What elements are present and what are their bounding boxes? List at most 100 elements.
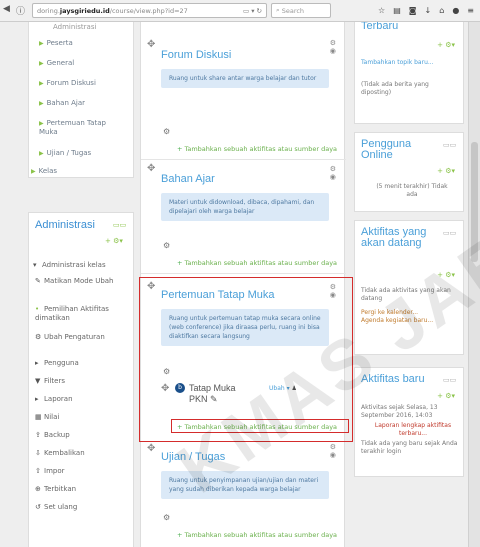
section-summary: Ruang untuk pertemuan tatap muka secara … (161, 309, 329, 346)
eye-icon[interactable]: ⚙ ◉ (330, 165, 336, 181)
moodle-course-page: Administrasi ▶ Peserta ▶ General ▶ Forum Di… (0, 22, 480, 547)
admin-item-settings[interactable]: ⚙ Ubah Pengaturan (35, 333, 125, 342)
nav-item-kelas[interactable]: ▶ Kelas (31, 167, 57, 176)
dock-icon[interactable]: ▭▭ (113, 221, 126, 229)
add-activity-link[interactable]: + Tambahkan sebuah aktifitas atau sumber … (177, 145, 337, 153)
gear-icon[interactable]: ⚙ (163, 367, 170, 376)
right-column: Terbaru + ⚙▾ Tambahkan topik baru... (Ti… (354, 22, 464, 547)
triangle-icon: ▶ (39, 120, 44, 127)
pencil-icon[interactable]: ✎ (210, 394, 218, 404)
nav-label: General (46, 59, 75, 67)
add-topic-link[interactable]: Tambahkan topik baru... (361, 59, 456, 67)
dock-icon[interactable]: ▭▭ (443, 376, 456, 384)
admin-item-nilai[interactable]: ▦ Nilai (35, 413, 59, 422)
section-title[interactable]: Forum Diskusi (161, 49, 231, 61)
block-actions-icon[interactable]: + ⚙▾ (105, 237, 123, 245)
admin-item-reset[interactable]: ↺ Set ulang (35, 503, 77, 512)
search-placeholder: Search (281, 6, 305, 15)
dock-icon[interactable]: ▭▭ (443, 141, 456, 149)
calendar-links[interactable]: Pergi ke kalender... Agenda kegiatan bar… (361, 309, 441, 325)
admin-item-edit[interactable]: ✎ Matikan Mode Ubah (35, 277, 125, 286)
admin-label: Impor (44, 467, 65, 475)
reload-icon[interactable]: ▭ ▾ ↻ (243, 7, 262, 15)
page-scrollbar[interactable] (468, 22, 480, 547)
admin-label: Set ulang (44, 503, 78, 511)
add-activity-link[interactable]: + Tambahkan sebuah aktifitas atau sumber … (177, 531, 337, 539)
block-actions-icon[interactable]: + ⚙▾ (437, 167, 455, 175)
info-icon[interactable]: ⓘ (16, 4, 25, 17)
section-title[interactable]: Ujian / Tugas (161, 451, 225, 463)
edit-menu[interactable]: Ubah ▾ ♟ (269, 385, 297, 392)
chat-icon[interactable]: ● (452, 6, 459, 15)
plus-icon: + (177, 531, 183, 539)
full-report-link[interactable]: Laporan lengkap aktifitas terbaru... (373, 422, 453, 438)
eye-icon[interactable]: ⚙ ◉ (330, 443, 336, 459)
add-activity-link[interactable]: + Tambahkan sebuah aktifitas atau sumber … (177, 423, 337, 431)
gear-icon[interactable]: ⚙ (163, 127, 170, 136)
nav-item-bahan[interactable]: ▶ Bahan Ajar (39, 99, 85, 108)
reader-icon[interactable]: ▤ (393, 6, 401, 15)
section-title[interactable]: Pertemuan Tatap Muka (161, 289, 275, 301)
nav-item-general[interactable]: ▶ General (39, 59, 74, 68)
admin-item-terbitkan[interactable]: ⊕ Terbitkan (35, 485, 76, 494)
add-activity-label: Tambahkan sebuah aktifitas atau sumber d… (184, 423, 338, 431)
move-icon[interactable]: ✥ (147, 163, 155, 174)
admin-kelas-header[interactable]: ▾ Administrasi kelas (33, 261, 106, 270)
scrollbar-thumb[interactable] (471, 142, 478, 262)
admin-item-pengguna[interactable]: ▸ Pengguna (35, 359, 79, 368)
admin-label: Filters (44, 377, 65, 385)
admin-item-impor[interactable]: ⇧ Impor (35, 467, 65, 476)
star-icon[interactable]: ☆ (378, 6, 385, 15)
admin-item-laporan[interactable]: ▸ Laporan (35, 395, 73, 404)
gear-icon[interactable]: ⚙ (163, 513, 170, 522)
nav-label: Kelas (38, 167, 58, 175)
menu-icon[interactable]: ≡ (467, 6, 474, 15)
eye-icon[interactable]: ⚙ ◉ (330, 39, 336, 55)
activity-link-tatap-muka[interactable]: Tatap Muka PKN ✎ (189, 383, 249, 405)
recent-empty-text: Tidak ada yang baru sejak Anda terakhir … (361, 440, 458, 455)
back-icon[interactable]: ◀ (3, 4, 10, 17)
left-column: Administrasi ▶ Peserta ▶ General ▶ Forum Di… (28, 22, 134, 547)
section-title[interactable]: Bahan Ajar (161, 173, 215, 185)
admin-item-backup[interactable]: ⇪ Backup (35, 431, 70, 440)
move-icon[interactable]: ✥ (147, 281, 155, 292)
online-title: Pengguna Online (361, 138, 412, 161)
block-actions-icon[interactable]: + ⚙▾ (437, 392, 455, 400)
admin-label: Terbitkan (44, 485, 77, 493)
eye-icon[interactable]: ⚙ ◉ (330, 283, 336, 299)
add-activity-link[interactable]: + Tambahkan sebuah aktifitas atau sumber … (177, 259, 337, 267)
nav-item-forum[interactable]: ▶ Forum Diskusi (39, 79, 96, 88)
nav-item-pertemuan[interactable]: ▶ Pertemuan Tatap Muka (39, 119, 109, 137)
gear-icon[interactable]: ⚙ (163, 241, 170, 250)
admin-item-activity[interactable]: • Pemilihan Aktifitas dimatikan (35, 305, 125, 323)
nav-item-peserta[interactable]: ▶ Peserta (39, 39, 73, 48)
recent-activity-block: Aktifitas baru ▭▭ + ⚙▾ Aktivitas sejak S… (354, 367, 464, 477)
admin-label: Pengguna (44, 359, 79, 367)
grid-icon: ▦ (35, 413, 42, 421)
pocket-icon[interactable]: ◙ (409, 6, 417, 15)
upcoming-block: Aktifitas yang akan datang ▭▭ + ⚙▾ Tidak… (354, 220, 464, 355)
user-icon: ♟ (291, 385, 297, 392)
block-actions-icon[interactable]: + ⚙▾ (437, 41, 455, 49)
admin-label: Matikan Mode Ubah (44, 277, 114, 285)
admin-item-kembalikan[interactable]: ⇩ Kembalikan (35, 449, 85, 458)
move-icon[interactable]: ✥ (161, 383, 169, 394)
home-icon[interactable]: ⌂ (439, 6, 444, 15)
dock-icon[interactable]: ▭▭ (443, 229, 456, 237)
nav-item-ujian[interactable]: ▶ Ujian / Tugas (39, 149, 91, 158)
add-activity-label: Tambahkan sebuah aktifitas atau sumber d… (184, 259, 338, 267)
restore-icon: ⇩ (35, 449, 41, 457)
download-icon[interactable]: ↓ (425, 6, 432, 15)
move-icon[interactable]: ✥ (147, 443, 155, 454)
highlighted-section-outline (139, 277, 353, 442)
url-bar[interactable]: doring. jaysgiriedu.id/course/view.php?id… (32, 3, 267, 18)
move-icon[interactable]: ✥ (147, 39, 155, 50)
admin-item-filters[interactable]: ▼ Filters (35, 377, 65, 386)
online-users-block: Pengguna Online ▭▭ + ⚙▾ (5 menit terakhi… (354, 132, 464, 212)
block-actions-icon[interactable]: + ⚙▾ (437, 271, 455, 279)
url-prefix: doring. (37, 6, 60, 15)
nav-label: Bahan Ajar (46, 99, 86, 107)
navigation-block: Administrasi ▶ Peserta ▶ General ▶ Forum Di… (28, 22, 134, 178)
search-input[interactable]: ⌕ Search (271, 3, 331, 18)
recent-title: Aktifitas baru (361, 373, 425, 385)
